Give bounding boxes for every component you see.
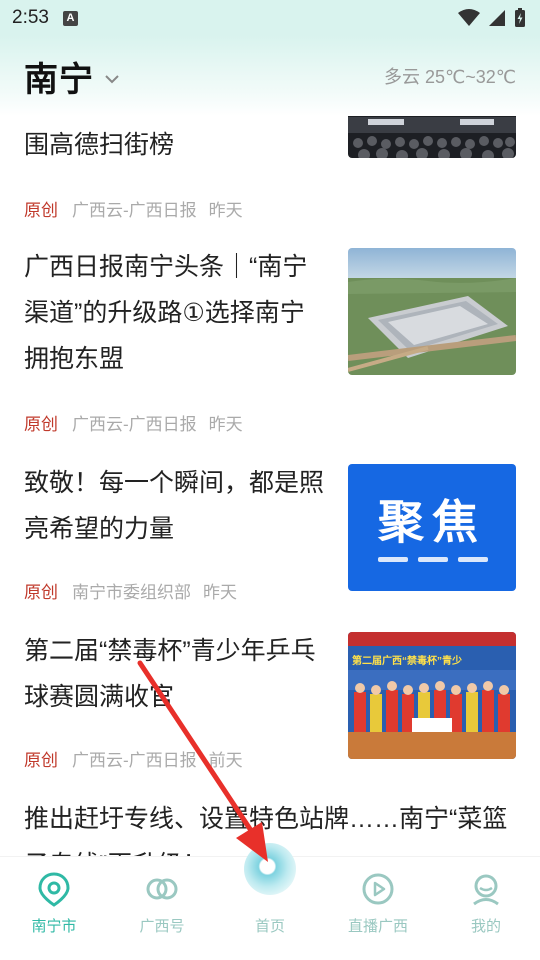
news-meta: 原创 广西云-广西日报 前天 xyxy=(24,746,243,771)
news-time: 前天 xyxy=(208,751,243,770)
news-item[interactable]: 围高德扫街榜 原创 广西云-广西日报 昨天 xyxy=(0,116,540,236)
news-title[interactable]: 围高德扫街榜 xyxy=(24,122,324,168)
nav-live-guangxi[interactable]: 直播广西 xyxy=(324,857,432,960)
nav-label: 广西号 xyxy=(139,918,185,935)
nav-label: 南宁市 xyxy=(31,918,77,935)
profile-icon xyxy=(473,874,499,906)
news-meta: 原创 广西云-广西日报 昨天 xyxy=(24,410,243,435)
chevron-down-icon[interactable] xyxy=(104,74,120,84)
original-tag: 原创 xyxy=(24,201,58,220)
news-time: 昨天 xyxy=(208,415,243,434)
news-item[interactable]: 致敬！每一个瞬间，都是照亮希望的力量 原创 南宁市委组织部 昨天 聚焦 xyxy=(0,458,540,624)
status-icons xyxy=(458,8,526,28)
table-tennis-group-photo-thumbnail[interactable]: 第二届广西“禁毒杯”青少 xyxy=(348,632,516,759)
focus-banner-logos xyxy=(378,557,488,562)
city-selector[interactable]: 南宁 xyxy=(24,52,94,101)
news-source: 广西云-广西日报 xyxy=(72,751,197,770)
news-feed[interactable]: 围高德扫街榜 原创 广西云-广西日报 昨天 广西日报南宁头条｜“南宁渠道”的升级路①… xyxy=(0,116,540,856)
news-title[interactable]: 广西日报南宁头条｜“南宁渠道”的升级路①选择南宁拥抱东盟 xyxy=(24,244,324,382)
notification-icon: A xyxy=(62,10,78,26)
original-tag: 原创 xyxy=(24,415,58,434)
nav-guangxi-accounts[interactable]: 广西号 xyxy=(108,857,216,960)
news-time: 昨天 xyxy=(203,583,237,602)
news-title[interactable]: 第二届“禁毒杯”青少年乒乓球赛圆满收官 xyxy=(24,628,324,720)
news-item[interactable]: 广西日报南宁头条｜“南宁渠道”的升级路①选择南宁拥抱东盟 原创 广西云-广西日报昨… xyxy=(0,242,540,452)
news-meta: 原创 广西云-广西日报 昨天 xyxy=(24,196,243,221)
rings-icon xyxy=(146,878,178,900)
battery-icon xyxy=(515,8,525,27)
news-title[interactable]: 致敬！每一个瞬间，都是照亮希望的力量 xyxy=(24,460,324,552)
location-pin-icon xyxy=(38,872,70,907)
wifi-icon xyxy=(458,9,480,26)
original-tag: 原创 xyxy=(24,583,58,602)
focus-banner-thumbnail[interactable]: 聚焦 xyxy=(348,464,516,591)
status-time: 2:53 xyxy=(12,7,49,28)
news-meta: 原创 南宁市委组织部 昨天 xyxy=(24,578,237,603)
bottom-navigation: 南宁市 广西号 首页 直播广西 我的 xyxy=(0,843,540,960)
play-circle-icon xyxy=(362,873,394,905)
aerial-logistics-park-thumbnail[interactable] xyxy=(348,248,516,375)
news-item[interactable]: 第二届“禁毒杯”青少年乒乓球赛圆满收官 原创 广西云-广西日报 前天 第二届广西“禁… xyxy=(0,626,540,792)
status-bar: 2:53 A xyxy=(0,0,540,36)
focus-banner-text: 聚焦 xyxy=(378,496,486,548)
original-tag: 原创 xyxy=(24,751,58,770)
news-time: 昨天 xyxy=(208,201,243,220)
nav-label: 直播广西 xyxy=(347,918,408,935)
signal-icon xyxy=(489,10,505,26)
news-source: 广西云-广西日报 xyxy=(72,201,197,220)
news-source: 南宁市委组织部 xyxy=(72,583,191,602)
location-header: 南宁 多云 25℃~32℃ xyxy=(0,36,540,116)
nav-label: 我的 xyxy=(470,918,501,935)
nav-label: 首页 xyxy=(254,918,285,935)
weather-info: 多云 25℃~32℃ xyxy=(384,67,516,87)
nav-profile[interactable]: 我的 xyxy=(432,857,540,960)
news-source: 广西云-广西日报 xyxy=(72,415,197,434)
nav-home[interactable]: 首页 xyxy=(216,843,324,960)
home-orb-icon xyxy=(244,843,296,895)
nav-nanning-city[interactable]: 南宁市 xyxy=(0,857,108,960)
group-photo-image xyxy=(348,632,516,759)
conference-photo-thumbnail[interactable] xyxy=(348,116,516,158)
